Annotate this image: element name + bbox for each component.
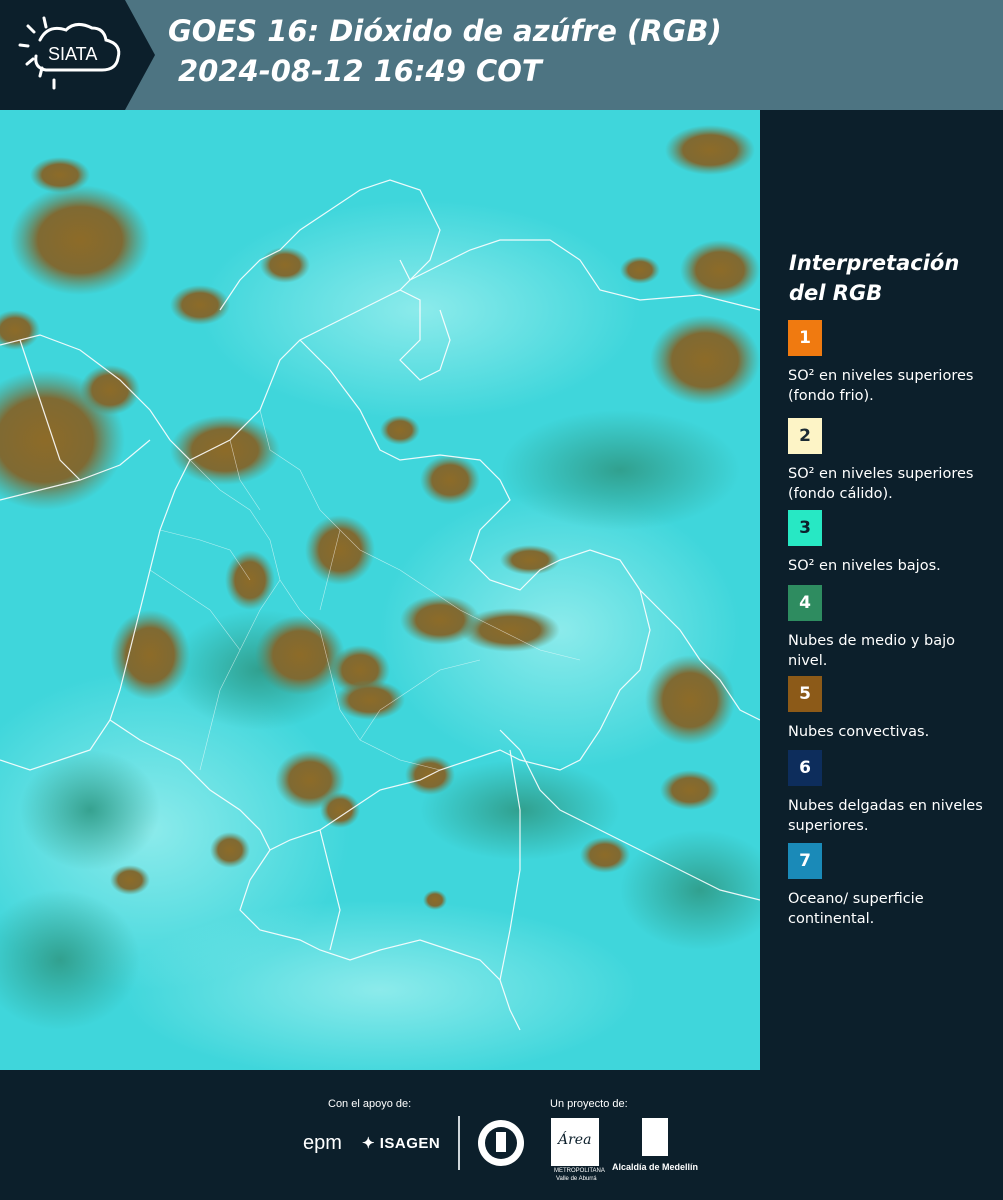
siata-logo-text: SIATA [48,44,98,64]
alcaldia-shield-icon[interactable] [642,1118,668,1156]
isagen-logo-text: ISAGEN [379,1135,441,1152]
map-timestamp: 2024-08-12 16:49 COT [178,54,542,88]
medellin-seal-icon[interactable] [476,1118,526,1168]
legend-swatch-2: 2 [788,418,822,454]
legend-swatch-4: 4 [788,585,822,621]
header-bar: SIATA GOES 16: Dióxido de azúfre (RGB) 2… [0,0,1003,110]
footer: Con el apoyo de: Un proyecto de: epm ✦ I… [0,1070,1003,1200]
legend-item-1: 1 SO² en niveles superiores (fondo frio)… [788,320,988,406]
legend-item-3: 3 SO² en niveles bajos. [788,510,988,576]
legend-item-5: 5 Nubes convectivas. [788,676,988,742]
project-label: Un proyecto de: [550,1098,628,1110]
legend-item-7: 7 Oceano/ superficie continental. [788,843,988,929]
legend-text-1: SO² en niveles superiores (fondo frio). [788,368,974,404]
legend-text-2: SO² en niveles superiores (fondo cálido)… [788,466,974,502]
legend-item-6: 6 Nubes delgadas en niveles superiores. [788,750,988,836]
legend-item-2: 2 SO² en niveles superiores (fondo cálid… [788,418,988,504]
legend-text-3: SO² en niveles bajos. [788,558,941,574]
area-logo-sub1: METROPOLITANA [554,1168,605,1174]
siata-logo[interactable]: SIATA [0,0,160,110]
support-label: Con el apoyo de: [328,1098,412,1110]
isagen-logo[interactable]: ✦ ISAGEN [362,1134,440,1152]
epm-logo[interactable]: epm [303,1132,342,1155]
legend-item-4: 4 Nubes de medio y bajo nivel. [788,585,988,671]
legend-swatch-1: 1 [788,320,822,356]
legend-text-4: Nubes de medio y bajo nivel. [788,633,955,669]
footer-divider [458,1116,460,1170]
legend-swatch-7: 7 [788,843,822,879]
legend-swatch-6: 6 [788,750,822,786]
legend-panel: Interpretación del RGB 1 SO² en niveles … [760,110,1003,1070]
satellite-map[interactable] [0,110,760,1070]
legend-title: Interpretación del RGB [789,251,960,305]
area-logo-sub2: Valle de Aburrá [556,1176,597,1182]
satellite-image [0,110,760,1070]
epm-logo-text: epm [303,1132,342,1154]
legend-swatch-5: 5 [788,676,822,712]
area-logo-word: Área [558,1132,592,1148]
alcaldia-label: Alcaldía de Medellín [612,1162,699,1172]
legend-text-6: Nubes delgadas en niveles superiores. [788,798,983,834]
legend-swatch-3: 3 [788,510,822,546]
map-title: GOES 16: Dióxido de azúfre (RGB) [168,14,722,48]
legend-text-5: Nubes convectivas. [788,724,930,740]
legend-text-7: Oceano/ superficie continental. [788,891,924,927]
